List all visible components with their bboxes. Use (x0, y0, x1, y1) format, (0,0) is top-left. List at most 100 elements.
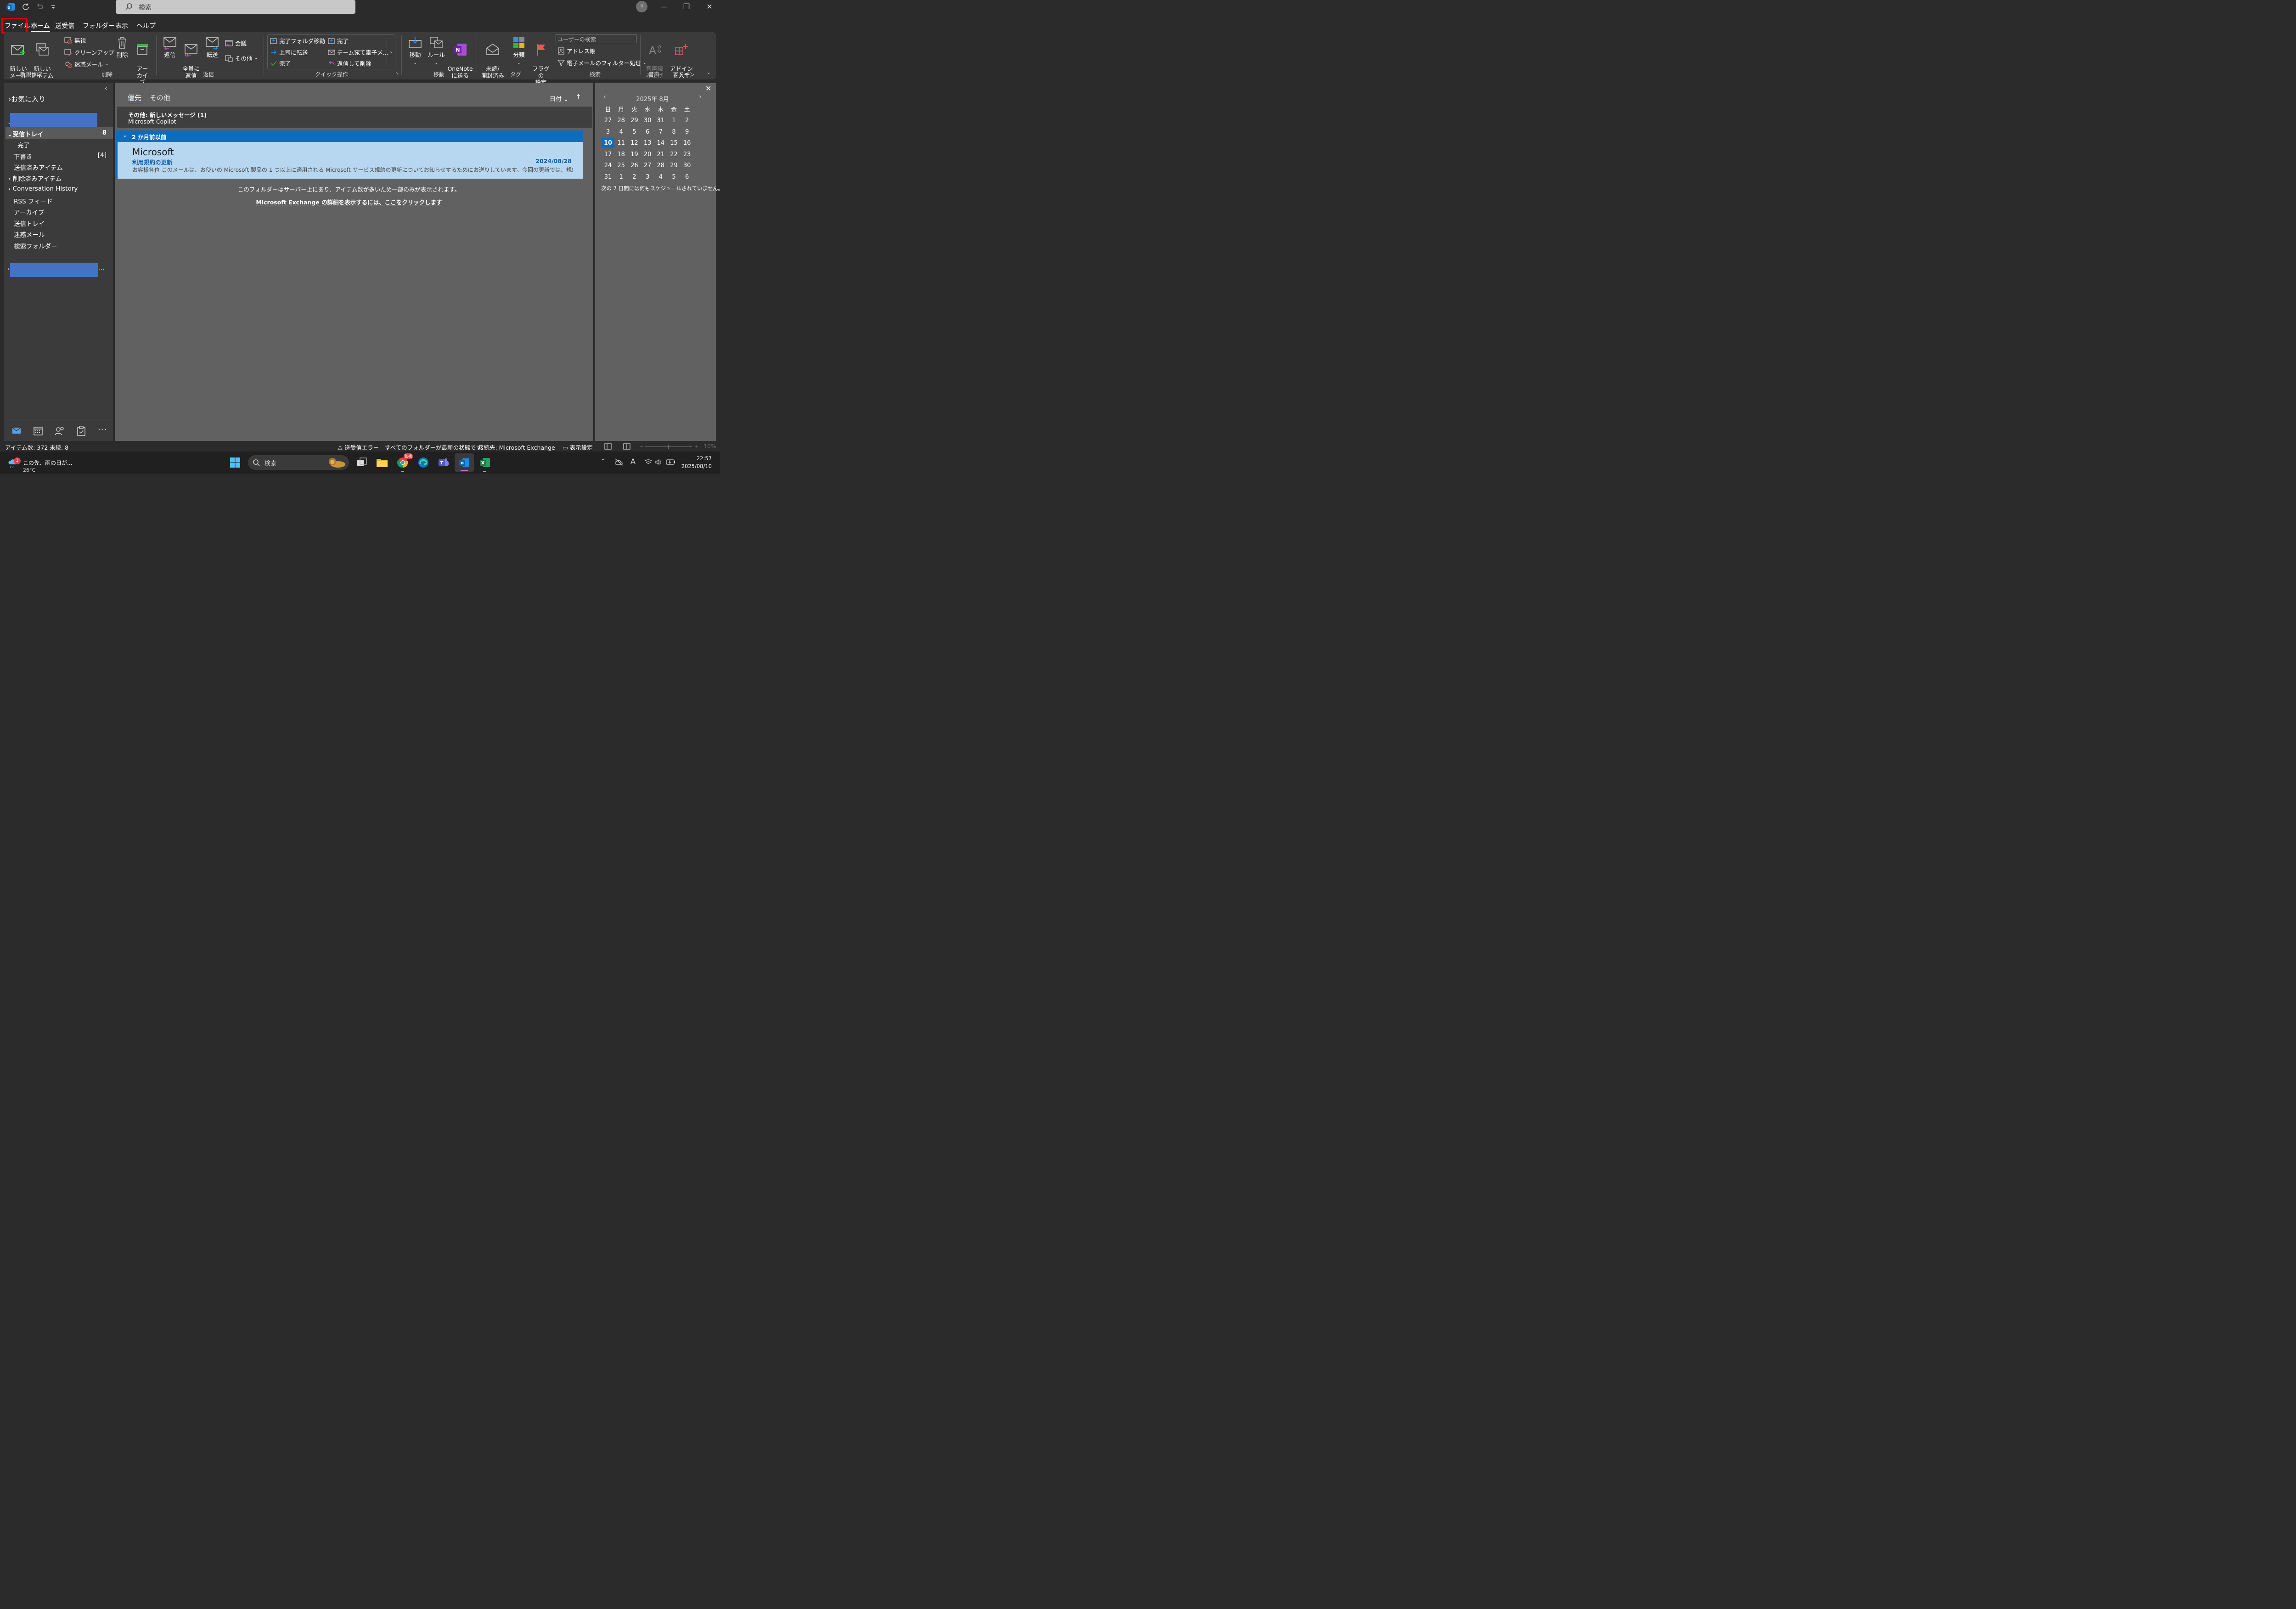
normal-view-icon[interactable] (604, 443, 612, 450)
calendar-day[interactable]: 15 (668, 138, 681, 148)
rules-button[interactable]: ルール ⌄ (427, 36, 445, 67)
taskbar-search[interactable]: 検索 (248, 455, 349, 470)
calendar-day[interactable]: 14 (654, 138, 667, 148)
calendar-day[interactable]: 5 (628, 127, 641, 137)
search-box[interactable]: 検索 (116, 0, 355, 14)
clock-time[interactable]: 22:57 (682, 455, 712, 462)
send-receive-error[interactable]: ⚠ 送受信エラー (338, 443, 379, 452)
calendar-day[interactable]: 5 (668, 172, 681, 182)
reading-view-icon[interactable] (623, 443, 630, 450)
sort-by-date[interactable]: 日付 ⌄ (550, 94, 568, 103)
delete-button[interactable]: 削除 (115, 36, 129, 58)
calendar-day[interactable]: 31 (602, 172, 614, 182)
folder-drafts[interactable]: 下書き (14, 152, 33, 161)
display-settings[interactable]: ▭ 表示設定 (563, 443, 593, 452)
archive-button[interactable]: アー カイブ (134, 36, 151, 86)
qs-done[interactable]: 完了 (270, 59, 291, 68)
search-people-input[interactable]: ユーザーの検索 (556, 34, 636, 43)
tab-focused[interactable]: 優先 (128, 93, 142, 104)
calendar-day[interactable]: 21 (654, 150, 667, 160)
calendar-day[interactable]: 2 (628, 172, 641, 182)
folder-outbox[interactable]: 送信トレイ (14, 219, 45, 228)
zoom-out-icon[interactable]: − (639, 443, 644, 450)
qs-done-2[interactable]: 完了 (328, 36, 349, 45)
calendar-day[interactable]: 3 (641, 172, 654, 182)
calendar-day-today[interactable]: 10 (602, 138, 614, 148)
reply-all-button[interactable]: 全員に 返信 (182, 36, 200, 79)
calendar-day[interactable]: 24 (602, 161, 614, 171)
unread-read-button[interactable]: 未読/ 開封済み (481, 36, 504, 79)
account-avatar[interactable]: II (636, 1, 647, 12)
zoom-slider-thumb[interactable] (668, 445, 669, 449)
collapse-ribbon-icon[interactable]: ⌄ (706, 69, 711, 75)
calendar-day[interactable]: 23 (681, 150, 693, 160)
task-view-icon[interactable] (356, 457, 367, 468)
sort-direction-icon[interactable]: ↑ (575, 93, 581, 101)
folder-done[interactable]: 完了 (17, 140, 30, 149)
qs-reply-delete[interactable]: 返信して削除 (328, 59, 371, 68)
move-button[interactable]: 移動 ⌄ (407, 36, 423, 67)
minimize-button[interactable]: — (653, 0, 675, 14)
customize-toolbar-icon[interactable] (49, 2, 58, 11)
calendar-day[interactable]: 18 (615, 150, 628, 160)
volume-icon[interactable] (655, 458, 663, 466)
calendar-day[interactable]: 3 (602, 127, 614, 137)
junk-button[interactable]: 迷惑メール ⌄ (64, 60, 108, 68)
calendar-day[interactable]: 19 (628, 150, 641, 160)
tab-other[interactable]: その他 (150, 93, 170, 102)
windows-start-icon[interactable] (230, 457, 241, 468)
qs-to-manager[interactable]: 上司に転送 (270, 48, 308, 56)
calendar-day[interactable]: 26 (628, 161, 641, 171)
weather-widget[interactable]: 3 この先、雨の日が... 26°C (7, 455, 90, 473)
calendar-day[interactable]: 16 (681, 138, 693, 148)
teams-icon[interactable]: T (438, 457, 449, 468)
other-inbox-banner[interactable]: その他: 新しいメッセージ (1) Microsoft Copilot (117, 107, 592, 128)
qs-team-mail[interactable]: チーム宛て電子メ... (328, 48, 388, 56)
battery-icon[interactable] (666, 458, 676, 466)
calendar-day[interactable]: 22 (668, 150, 681, 160)
categorize-button[interactable]: 分類 ⌄ (511, 36, 527, 67)
tab-home[interactable]: ホーム (31, 21, 50, 32)
onenote-button[interactable]: N OneNote に送る (447, 36, 473, 79)
calendar-day[interactable]: 6 (681, 172, 693, 182)
exchange-details-link[interactable]: Microsoft Exchange の詳細を表示するには、ここをクリックします (115, 198, 583, 206)
calendar-day[interactable]: 28 (615, 116, 628, 126)
folder-inbox[interactable]: ⌄受信トレイ (7, 129, 44, 138)
calendar-day[interactable]: 17 (602, 150, 614, 160)
calendar-day[interactable]: 25 (615, 161, 628, 171)
clock-date[interactable]: 2025/08/10 (678, 463, 712, 469)
next-month-icon[interactable]: › (699, 93, 702, 101)
reply-button[interactable]: 返信 (162, 36, 178, 58)
ignore-button[interactable]: 無視 (64, 36, 86, 45)
folder-conversation-history[interactable]: › Conversation History (8, 185, 78, 192)
dialog-launcher-icon[interactable]: ↘ (395, 71, 399, 76)
mail-icon[interactable] (12, 426, 22, 435)
tab-send-receive[interactable]: 送受信 (55, 21, 74, 30)
calendar-day[interactable]: 27 (641, 161, 654, 171)
calendar-day[interactable]: 28 (654, 161, 667, 171)
excel-icon[interactable]: X (479, 457, 490, 468)
more-respond-button[interactable]: その他 ⌄ (225, 54, 258, 62)
qs-move-done[interactable]: 完了フォルダ移動 (270, 36, 325, 45)
calendar-day[interactable]: 6 (641, 127, 654, 137)
edge-icon[interactable] (418, 457, 429, 468)
collapse-folder-pane-icon[interactable]: ‹ (105, 85, 107, 92)
calendar-day[interactable]: 30 (681, 161, 693, 171)
forward-button[interactable]: 転送 (204, 36, 220, 58)
sync-icon[interactable] (21, 2, 30, 11)
flag-button[interactable]: フラグの 設定 (531, 36, 551, 86)
restore-button[interactable]: ❐ (676, 0, 697, 14)
chevron-right-icon[interactable]: › (7, 265, 10, 272)
calendar-day[interactable]: 11 (615, 138, 628, 148)
calendar-day[interactable]: 29 (668, 161, 681, 171)
calendar-day[interactable]: 31 (654, 116, 667, 126)
calendar-day[interactable]: 1 (615, 172, 628, 182)
group-header[interactable]: ⌄ 2 か月前以前 (116, 130, 583, 141)
undo-icon[interactable] (35, 2, 44, 11)
filter-email-button[interactable]: 電子メールのフィルター処理 ⌄ (557, 58, 647, 67)
close-peek-icon[interactable]: ✕ (705, 84, 711, 93)
address-book-button[interactable]: アドレス帳 (557, 46, 596, 55)
calendar-day[interactable]: 8 (668, 127, 681, 137)
list-item[interactable]: Microsoft 利用規約の更新 2024/08/28 お客様各位 このメール… (116, 142, 583, 179)
calendar-day[interactable]: 4 (654, 172, 667, 182)
